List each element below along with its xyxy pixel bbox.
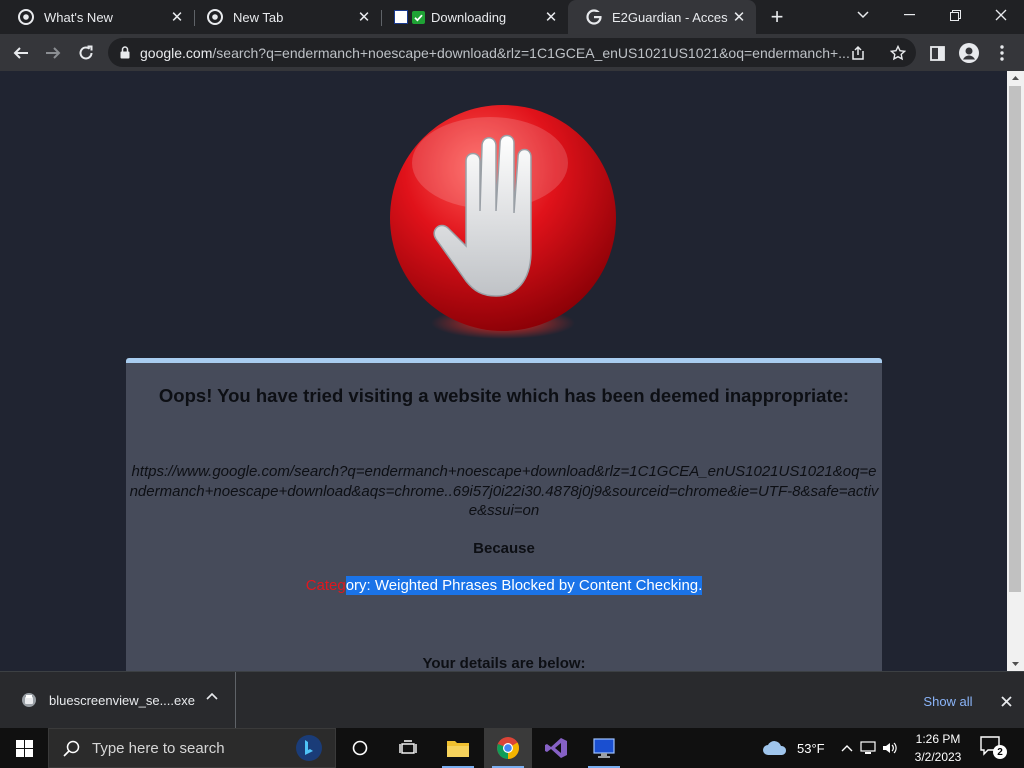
selected-category-text: ory: Weighted Phrases Blocked by Content… xyxy=(345,576,703,595)
close-icon xyxy=(1000,695,1012,707)
reload-button[interactable] xyxy=(71,38,101,68)
search-placeholder: Type here to search xyxy=(92,739,225,757)
url-host: google.com xyxy=(140,44,213,61)
url-path: /search?q=endermanch+noescape+download&r… xyxy=(212,44,850,61)
restore-icon xyxy=(949,9,961,21)
share-icon[interactable] xyxy=(850,45,866,61)
minimize-button[interactable] xyxy=(886,0,932,30)
forward-button[interactable] xyxy=(38,38,68,68)
browser-toolbar: google.com/search?q=endermanch+noescape+… xyxy=(0,34,1024,71)
minimize-icon xyxy=(903,14,915,16)
arrow-right-icon xyxy=(46,47,61,59)
cortana-icon xyxy=(352,740,368,756)
arrow-left-icon xyxy=(13,47,28,59)
page-scrollbar[interactable] xyxy=(1007,71,1024,671)
cortana-button[interactable] xyxy=(336,728,384,768)
monitor-icon xyxy=(593,738,615,758)
download-shelf: bluescreenview_se....exe Show all xyxy=(0,671,1024,728)
tab-downloading[interactable]: Downloading ✕ xyxy=(376,0,568,34)
side-panel-icon xyxy=(929,45,945,61)
close-tab-icon[interactable]: ✕ xyxy=(166,6,188,28)
download-item[interactable]: bluescreenview_se....exe xyxy=(0,672,236,728)
scroll-down-arrow-icon[interactable] xyxy=(1007,657,1024,671)
weather-temperature[interactable]: 53°F xyxy=(797,741,825,756)
show-all-button[interactable]: Show all xyxy=(912,690,984,712)
chevron-up-icon[interactable] xyxy=(206,692,218,700)
tab-title: What's New xyxy=(44,9,113,25)
details-label: Your details are below: xyxy=(422,655,586,671)
search-icon xyxy=(63,740,80,757)
stop-hand-icon xyxy=(390,105,616,339)
file-icon xyxy=(22,693,36,707)
chrome-icon xyxy=(497,737,519,759)
clock-date: 3/2/2023 xyxy=(914,750,962,764)
close-download-bar-button[interactable] xyxy=(994,689,1018,713)
block-category: Category: Weighted Phrases Blocked by Co… xyxy=(126,576,882,595)
notification-center-button[interactable]: 2 xyxy=(980,736,1008,760)
tab-e2guardian[interactable]: E2Guardian - Access D ✕ xyxy=(568,0,756,34)
chevron-down-icon xyxy=(857,11,869,19)
back-button[interactable] xyxy=(6,38,36,68)
scrollbar-thumb[interactable] xyxy=(1009,86,1021,592)
url-text: google.com/search?q=endermanch+noescape+… xyxy=(140,45,850,61)
network-icon[interactable] xyxy=(860,741,876,755)
windows-logo-icon xyxy=(15,739,33,757)
chrome-icon xyxy=(207,9,223,25)
clock-time: 1:26 PM xyxy=(915,732,961,746)
new-tab-button[interactable]: + xyxy=(764,4,790,29)
chevron-up-icon[interactable] xyxy=(841,744,853,752)
task-view-icon xyxy=(399,740,417,754)
close-window-button[interactable] xyxy=(978,0,1024,30)
scroll-up-arrow-icon[interactable] xyxy=(1007,71,1024,85)
block-message-panel: Oops! You have tried visiting a website … xyxy=(126,358,882,671)
google-icon xyxy=(586,9,602,25)
close-tab-icon[interactable]: ✕ xyxy=(540,6,562,28)
close-tab-icon[interactable]: ✕ xyxy=(728,6,750,28)
taskbar-search-box[interactable]: Type here to search xyxy=(48,728,336,768)
reload-icon xyxy=(79,45,93,60)
profile-button[interactable] xyxy=(954,38,984,68)
tab-title: Downloading xyxy=(431,9,507,25)
chrome-taskbar-button[interactable] xyxy=(484,728,532,768)
tab-title: New Tab xyxy=(233,9,284,25)
lock-icon xyxy=(120,46,130,59)
block-heading: Oops! You have tried visiting a website … xyxy=(158,385,850,406)
chrome-icon xyxy=(18,9,34,25)
volume-icon[interactable] xyxy=(882,741,898,755)
restore-button[interactable] xyxy=(932,0,978,30)
tab-whats-new[interactable]: What's New ✕ xyxy=(0,0,194,34)
start-button[interactable] xyxy=(0,728,48,768)
taskbar-clock[interactable]: 1:26 PM 3/2/2023 xyxy=(906,730,970,766)
folder-icon xyxy=(447,741,469,757)
menu-button[interactable] xyxy=(987,38,1017,68)
page-icon xyxy=(394,10,408,24)
check-icon xyxy=(412,10,425,24)
close-tab-icon[interactable]: ✕ xyxy=(353,6,375,28)
tab-title: E2Guardian - Access D xyxy=(612,9,728,25)
because-label: Because xyxy=(473,540,535,557)
star-icon[interactable] xyxy=(890,44,906,61)
blocked-url-text: https://www.google.com/search?q=enderman… xyxy=(129,463,879,519)
more-vert-icon xyxy=(1000,45,1004,61)
windows-taskbar: Type here to search 53°F 1:26 PM 3/2/202… xyxy=(0,728,1024,768)
file-explorer-button[interactable] xyxy=(434,728,482,768)
system-tray: 53°F xyxy=(760,728,898,768)
category-prefix: Categ xyxy=(305,577,346,594)
close-icon xyxy=(995,9,1007,21)
tab-search-button[interactable] xyxy=(840,0,886,30)
download-file-name: bluescreenview_se....exe xyxy=(49,692,195,708)
bing-icon[interactable] xyxy=(295,734,323,762)
task-view-button[interactable] xyxy=(384,728,432,768)
visual-studio-icon xyxy=(545,738,567,758)
bluescreenview-button[interactable] xyxy=(580,728,628,768)
tab-new-tab[interactable]: New Tab ✕ xyxy=(189,0,381,34)
tab-strip: What's New ✕ New Tab ✕ Downloading ✕ E2G… xyxy=(0,0,1024,34)
avatar xyxy=(959,43,979,63)
side-panel-button[interactable] xyxy=(922,38,952,68)
address-bar[interactable]: google.com/search?q=endermanch+noescape+… xyxy=(108,38,916,67)
cloud-icon[interactable] xyxy=(762,739,788,757)
page-viewport: Oops! You have tried visiting a website … xyxy=(0,71,1007,671)
visual-studio-button[interactable] xyxy=(532,728,580,768)
notification-count-badge: 2 xyxy=(993,745,1007,759)
